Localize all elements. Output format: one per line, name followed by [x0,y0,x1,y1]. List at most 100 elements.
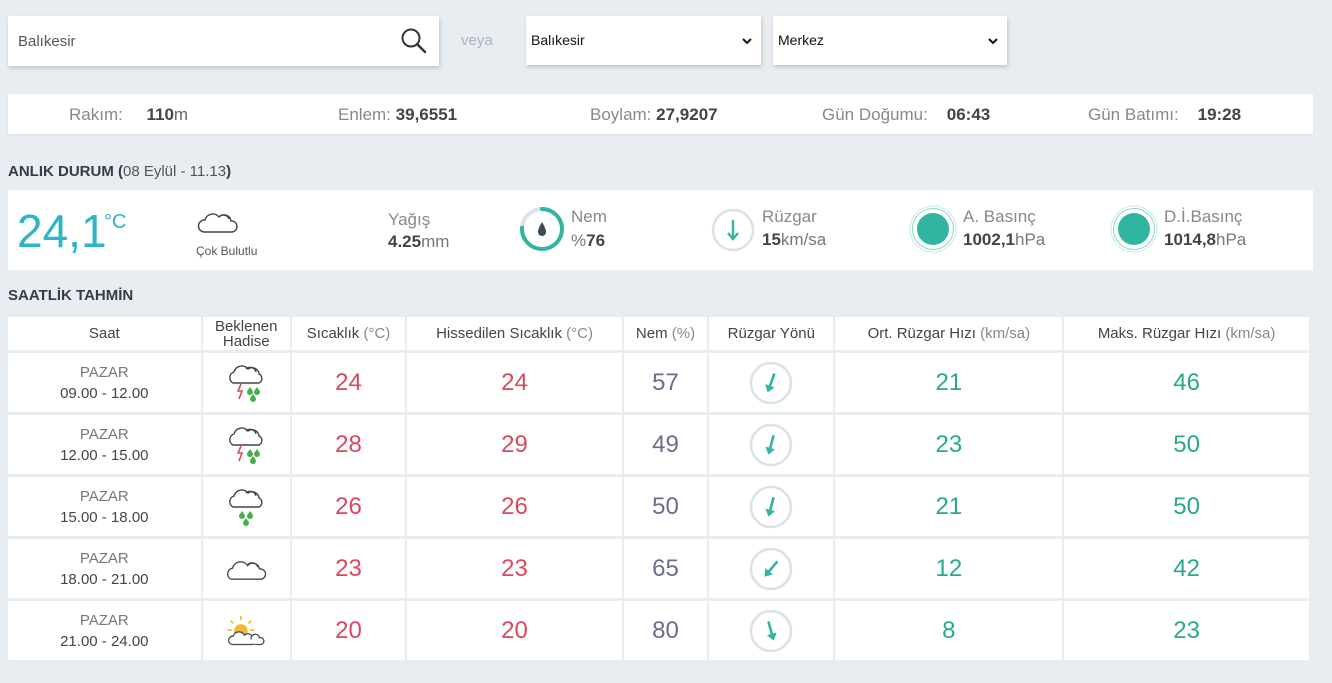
time-cell: PAZAR 15.00 - 18.00 [8,477,201,536]
avg-wind-cell: 21 [835,353,1063,412]
table-row: PAZAR 21.00 - 24.00 20 20 80 8 23 [8,601,1309,660]
max-wind-cell: 50 [1064,477,1309,536]
sea-level-pressure-label: D.İ.Basınç [1164,207,1243,226]
altitude-value: 110 [146,105,174,124]
province-selected-value: Balıkesir [531,32,585,48]
day-label: PAZAR [79,611,129,629]
wind-direction-cell [709,415,834,474]
current-temperature: 24,1 [17,205,107,257]
table-row: PAZAR 09.00 - 12.00 24 24 57 21 46 [8,353,1309,412]
precip-unit: mm [421,232,450,251]
precip-value-group: 4.25mm [388,232,449,252]
pressure-icon [909,205,957,253]
time-cell: PAZAR 21.00 - 24.00 [8,601,201,660]
time-cell: PAZAR 18.00 - 21.00 [8,539,201,598]
temp-cell: 26 [291,477,406,536]
weather-event-cell [202,353,290,412]
wind-direction-arrow-icon [750,361,793,404]
district-select[interactable]: Merkez [773,16,1007,65]
province-select[interactable]: Balıkesir [526,16,761,65]
sun-cloud-icon [224,615,268,645]
current-title-close: ) [226,163,232,180]
temperature-unit: °C [104,211,127,233]
sea-level-pressure-icon [1110,205,1158,253]
feels-like-cell: 24 [407,353,622,412]
chevron-down-icon [742,38,752,45]
precip-value: 4.25 [388,232,422,251]
col-header-max-wind: Maks. Rüzgar Hızı (km/sa) [1064,317,1309,350]
col-header-avg-wind: Ort. Rüzgar Hızı (km/sa) [835,317,1063,350]
sea-level-pressure-unit: hPa [1216,230,1247,249]
current-title-text: ANLIK DURUM ( [8,163,123,180]
humidity-cell: 80 [623,601,708,660]
time-range: 15.00 - 18.00 [60,508,149,526]
col-header-wind-direction: Rüzgar Yönü [709,317,834,350]
sunrise-info: Gün Doğumu: 06:43 [822,105,990,125]
day-label: PAZAR [79,425,129,443]
wind-direction-arrow-icon [750,423,793,466]
feels-like-cell: 29 [407,415,622,474]
sea-level-pressure-value: 1014,8 [1164,230,1216,249]
rain-cloud-icon [224,488,268,526]
weather-event-cell [202,601,290,660]
longitude-label: Boylam: [590,105,652,124]
altitude-info: Rakım: 110m [69,105,188,125]
feels-like-cell: 23 [407,539,622,598]
location-info-bar: Rakım: 110m Enlem: 39,6551 Boylam: 27,92… [8,94,1313,134]
weather-event-cell [202,477,290,536]
temp-cell: 20 [291,601,406,660]
table-row: PAZAR 18.00 - 21.00 23 23 65 12 42 [8,539,1309,598]
col-header-time: Saat [8,317,201,350]
humidity-cell: 57 [623,353,708,412]
weather-event-cell [202,415,290,474]
table-header-row: Saat Beklenen Hadise Sıcaklık (°C) Hisse… [8,317,1309,350]
hourly-forecast-title: SAATLİK TAHMİN [8,287,134,304]
sunset-info: Gün Batımı: 19:28 [1088,105,1241,125]
longitude-value: 27,9207 [656,105,718,124]
hourly-forecast-table: Saat Beklenen Hadise Sıcaklık (°C) Hisse… [6,314,1311,663]
wind-direction-cell [709,477,834,536]
humidity-value-group: %76 [571,231,605,251]
current-conditions-title: ANLIK DURUM (08 Eylül - 11.13) [8,163,231,180]
max-wind-cell: 42 [1064,539,1309,598]
search-icon[interactable] [399,26,429,56]
latitude-info: Enlem: 39,6551 [338,105,457,125]
wind-direction-cell [709,601,834,660]
time-cell: PAZAR 12.00 - 15.00 [8,415,201,474]
location-search-input[interactable] [18,28,388,54]
wind-direction-arrow-icon [750,609,793,652]
wind-direction-cell [709,539,834,598]
humidity-value: 76 [586,231,606,250]
temp-cell: 28 [291,415,406,474]
condition-label: Çok Bulutlu [196,244,258,258]
wind-direction-arrow-icon [750,547,793,590]
wind-direction-cell [709,353,834,412]
max-wind-cell: 50 [1064,415,1309,474]
sunset-value: 19:28 [1197,105,1242,124]
humidity-label: Nem [571,207,607,226]
cloud-icon [197,213,238,233]
longitude-info: Boylam: 27,9207 [590,105,718,125]
time-range: 12.00 - 15.00 [60,446,149,464]
day-label: PAZAR [79,363,129,381]
table-row: PAZAR 15.00 - 18.00 26 26 50 21 50 [8,477,1309,536]
latitude-value: 39,6551 [395,105,458,124]
temp-cell: 23 [291,539,406,598]
table-row: PAZAR 12.00 - 15.00 28 29 49 23 50 [8,415,1309,474]
feels-like-cell: 20 [407,601,622,660]
time-range: 21.00 - 24.00 [60,632,149,650]
sunset-label: Gün Batımı: [1088,105,1179,124]
pressure-label: A. Basınç [963,207,1036,226]
pressure-value-group: 1002,1hPa [963,230,1045,250]
altitude-label: Rakım: [69,105,123,124]
col-header-event: Beklenen Hadise [202,317,290,350]
temp-cell: 24 [291,353,406,412]
col-header-feels-like: Hissedilen Sıcaklık (°C) [407,317,622,350]
thunder-rain-icon [224,364,268,402]
avg-wind-cell: 8 [835,601,1063,660]
pressure-unit: hPa [1015,230,1046,249]
col-header-humidity: Nem (%) [623,317,708,350]
wind-label: Rüzgar [762,207,817,226]
col-header-temp: Sıcaklık (°C) [291,317,406,350]
pressure-value: 1002,1 [963,230,1015,249]
